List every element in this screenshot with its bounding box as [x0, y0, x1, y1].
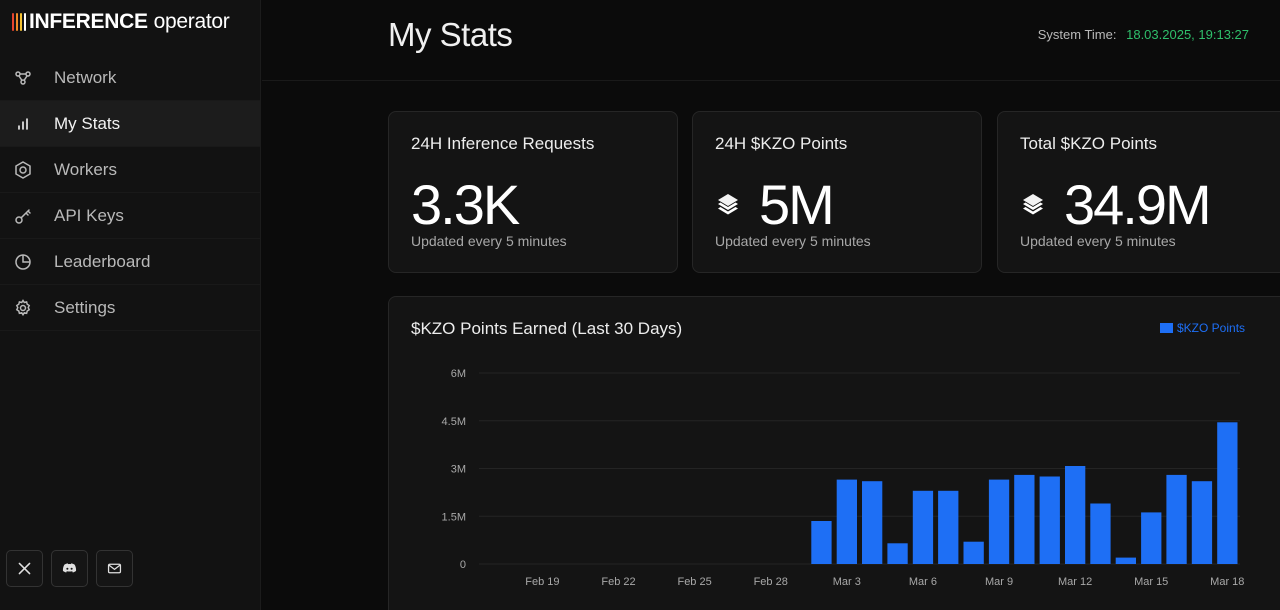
y-tick-label: 3M: [451, 464, 466, 476]
logo-bar: [12, 13, 14, 31]
stat-card-subtitle: Updated every 5 minutes: [1020, 233, 1176, 249]
mail-icon: [107, 563, 122, 574]
stat-card-title: Total $KZO Points: [1020, 134, 1158, 153]
stat-card-total-kzo: Total $KZO Points 34.9M Updated every 5 …: [997, 111, 1280, 273]
x-tick-label: Mar 12: [1058, 576, 1092, 588]
x-tick-label: Mar 6: [909, 576, 937, 588]
chart-bar[interactable]: [1090, 503, 1111, 565]
app-window: INFERENCE operator Network My Stats Work…: [0, 0, 1280, 610]
chart-bar[interactable]: [963, 541, 984, 564]
stat-card-subtitle: Updated every 5 minutes: [411, 233, 567, 249]
kzo-token-icon: [718, 194, 738, 215]
sidebar-item-label: My Stats: [54, 113, 121, 133]
x-tick-label: Mar 15: [1134, 576, 1168, 588]
chart-bar[interactable]: [1039, 476, 1060, 565]
sidebar-item-label: Leaderboard: [54, 251, 151, 271]
stat-card-value: 3.3K: [411, 173, 520, 236]
y-tick-label: 0: [460, 559, 466, 571]
x-tick-label: Feb 22: [601, 576, 635, 588]
sidebar: INFERENCE operator Network My Stats Work…: [0, 0, 261, 610]
system-time: System Time: 18.03.2025, 19:13:27: [1038, 27, 1249, 42]
sidebar-item-label: API Keys: [54, 205, 124, 225]
bar-chart: 0 1.5M 3M 4.5M 6M Feb 19 Feb 22 Feb 25 Feb 28 Mar…: [442, 368, 1245, 588]
y-tick-label: 6M: [451, 368, 466, 380]
chart-bar[interactable]: [1115, 557, 1136, 564]
chart-bar[interactable]: [1217, 422, 1238, 564]
sidebar-item-my-stats[interactable]: My Stats: [0, 101, 260, 147]
x-link-button[interactable]: [6, 550, 43, 587]
chart-bar[interactable]: [862, 481, 883, 564]
stat-card-subtitle: Updated every 5 minutes: [715, 233, 871, 249]
chart-bar[interactable]: [887, 543, 908, 564]
sidebar-item-label: Workers: [54, 159, 117, 179]
logo-bar: [20, 13, 22, 31]
chart-bar[interactable]: [938, 490, 959, 564]
network-icon: [12, 67, 34, 89]
chart-bar[interactable]: [1166, 474, 1187, 564]
y-tick-label: 4.5M: [442, 416, 466, 428]
chart-bar[interactable]: [1065, 466, 1086, 564]
sidebar-item-settings[interactable]: Settings: [0, 285, 260, 331]
page-header: My Stats System Time: 18.03.2025, 19:13:…: [262, 0, 1280, 81]
stat-card-value: 34.9M: [1020, 173, 1212, 236]
stat-card-title: 24H $KZO Points: [715, 134, 848, 153]
brand-suffix: operator: [153, 10, 230, 33]
chart-bar[interactable]: [988, 479, 1010, 564]
points-chart-card: $KZO Points Earned (Last 30 Days) $KZO P…: [388, 296, 1280, 610]
chart-bar[interactable]: [811, 521, 832, 564]
key-icon: [12, 205, 34, 227]
discord-link-button[interactable]: [51, 550, 88, 587]
discord-icon: [62, 563, 77, 573]
bar-chart-icon: [12, 113, 34, 135]
logo-bar: [16, 13, 18, 31]
chart-bar[interactable]: [1191, 481, 1213, 564]
pie-chart-icon: [12, 251, 34, 273]
chart-bar[interactable]: [1141, 512, 1162, 564]
stat-card-value: 5M: [715, 173, 835, 236]
social-links: [6, 550, 133, 587]
sidebar-item-label: Settings: [54, 297, 116, 317]
hexagon-icon: [12, 159, 34, 181]
stat-card-title: 24H Inference Requests: [411, 134, 595, 153]
x-tick-label: Mar 18: [1210, 576, 1244, 588]
sidebar-item-leaderboard[interactable]: Leaderboard: [0, 239, 260, 285]
stat-card-inference-requests: 24H Inference Requests 3.3K Updated ever…: [388, 111, 678, 273]
chart-bar[interactable]: [1014, 474, 1035, 564]
sidebar-item-api-keys[interactable]: API Keys: [0, 193, 260, 239]
x-tick-label: Feb 19: [525, 576, 559, 588]
x-icon: [18, 562, 31, 575]
x-tick-label: Mar 9: [985, 576, 1013, 588]
sidebar-item-workers[interactable]: Workers: [0, 147, 260, 193]
brand-logo[interactable]: INFERENCE operator: [12, 8, 230, 36]
sidebar-item-network[interactable]: Network: [0, 55, 260, 101]
logo-bar: [24, 13, 26, 31]
y-tick-label: 1.5M: [442, 511, 466, 523]
gear-icon: [12, 297, 34, 319]
x-tick-label: Feb 25: [677, 576, 711, 588]
chart-bar[interactable]: [836, 479, 857, 564]
mail-link-button[interactable]: [96, 550, 133, 587]
stat-value-text: 34.9M: [1064, 173, 1212, 236]
kzo-token-icon: [1023, 194, 1043, 215]
system-time-label: System Time:: [1037, 27, 1117, 42]
x-tick-label: Mar 3: [833, 576, 861, 588]
logo-bars-icon: [12, 13, 26, 31]
chart-bar[interactable]: [912, 490, 934, 564]
stat-value-text: 5M: [759, 173, 835, 236]
system-time-value: 18.03.2025, 19:13:27: [1126, 27, 1249, 42]
sidebar-item-label: Network: [54, 67, 117, 87]
sidebar-nav: Network My Stats Workers API Keys Leader…: [0, 55, 260, 331]
stat-card-24h-kzo: 24H $KZO Points 5M Updated every 5 minut…: [692, 111, 982, 273]
x-tick-label: Feb 28: [754, 576, 788, 588]
stat-value-text: 3.3K: [411, 173, 520, 236]
brand-name: INFERENCE: [29, 10, 148, 33]
page-title: My Stats: [388, 16, 513, 53]
